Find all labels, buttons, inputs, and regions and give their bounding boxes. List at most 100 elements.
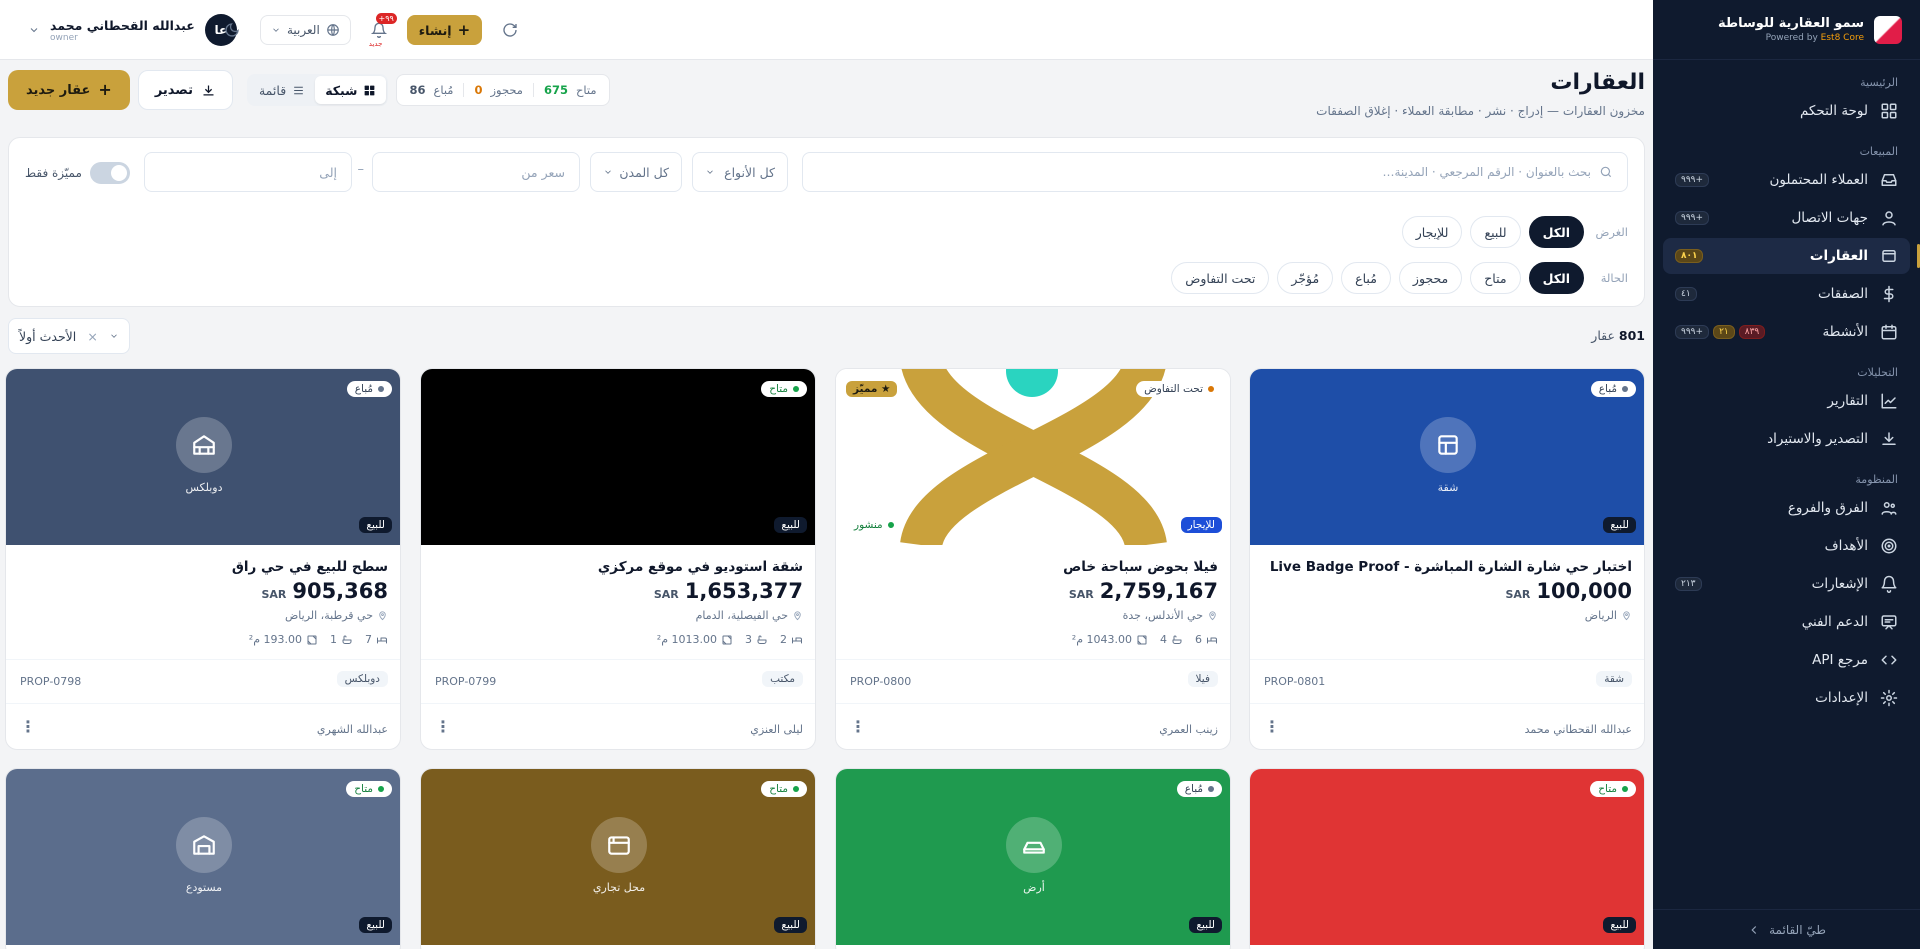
offer-chip[interactable]: الكل — [1528, 216, 1584, 248]
price-to-input[interactable]: إلى — [144, 152, 352, 192]
property-card[interactable]: أرض مُباع للبيع — [835, 768, 1231, 949]
status-text: متاح — [354, 783, 373, 795]
status-chip[interactable]: مُباع — [1341, 262, 1391, 294]
sidebar-item-label: جهات الاتصال — [1791, 210, 1868, 226]
search-input[interactable]: بحث بالعنوان · الرقم المرجعي · المدينة… — [802, 152, 1628, 192]
price-from-input[interactable]: سعر من — [372, 152, 580, 192]
sidebar-item-settings[interactable]: الإعدادات — [1663, 680, 1910, 716]
card-menu-button[interactable]: ⋮ — [20, 719, 36, 735]
beds-spec: 6 — [1195, 633, 1218, 646]
brand[interactable]: سمو العقارية للوساطة Powered by Est8 Cor… — [1653, 0, 1920, 60]
new-property-button[interactable]: + عقار جديد — [8, 70, 130, 110]
sidebar-item-dashboard[interactable]: لوحة التحكم — [1663, 93, 1910, 129]
status-chip[interactable]: تحت التفاوض — [1171, 262, 1270, 294]
sidebar-item-contacts[interactable]: جهات الاتصال +٩٩٩ — [1663, 200, 1910, 236]
status-chip[interactable]: مُؤجّر — [1277, 262, 1334, 294]
property-agent: عبدالله الشهري — [316, 723, 388, 736]
language-select[interactable]: العربية — [260, 15, 351, 45]
location-text: حي الأندلس، جدة — [1122, 609, 1203, 622]
placeholder-label: دوبلكس — [185, 481, 223, 494]
area-spec: 193.00 م² — [249, 633, 318, 646]
bell-icon — [370, 22, 387, 38]
property-card[interactable]: متاح للبيع شقة استوديو في موقع مركزي 1,65… — [420, 368, 816, 750]
property-type-tag: شقة — [1596, 671, 1632, 687]
nav-count-badge: ٨٠١ — [1675, 249, 1704, 263]
notifications-button[interactable]: +٩٩ جديد — [365, 13, 397, 48]
city-select[interactable]: كل المدن — [590, 152, 682, 192]
status-badge: متاح — [761, 781, 807, 797]
offer-badge: للبيع — [359, 517, 392, 533]
sidebar-item-api[interactable]: مرجع API — [1663, 642, 1910, 678]
sidebar-item-notifications[interactable]: الإشعارات ٢١٣ — [1663, 566, 1910, 602]
card-menu-button[interactable]: ⋮ — [850, 719, 866, 735]
property-card[interactable]: محل تجاري متاح للبيع — [420, 768, 816, 949]
card-menu-button[interactable]: ⋮ — [1264, 719, 1280, 735]
export-button[interactable]: تصدير — [137, 70, 233, 110]
sidebar-item-support[interactable]: الدعم الفني — [1663, 604, 1910, 640]
sidebar-item-reports[interactable]: التقارير — [1663, 383, 1910, 419]
sidebar-item-activities[interactable]: الأنشطة ٨٣٩ ٢١ +٩٩٩ — [1663, 314, 1910, 350]
view-grid-button[interactable]: شبكة — [315, 76, 387, 104]
nav-count-badge: +٩٩٩ — [1675, 325, 1710, 339]
status-dot — [378, 786, 384, 792]
sidebar-item-leads[interactable]: العملاء المحتملون +٩٩٩ — [1663, 162, 1910, 198]
sort-select[interactable]: × الأحدث أولاً — [8, 318, 130, 354]
offer-label: الغرض — [1595, 225, 1629, 239]
stat-item: متاح 675 — [544, 83, 597, 97]
status-chip[interactable]: محجوز — [1398, 262, 1463, 294]
nav-badges: ٨٣٩ ٢١ +٩٩٩ — [1675, 325, 1766, 339]
create-button[interactable]: + إنشاء — [406, 15, 483, 45]
language-label: العربية — [287, 23, 320, 37]
clear-sort-icon[interactable]: × — [87, 329, 97, 344]
nav-icon-wrap — [1880, 392, 1898, 410]
property-card[interactable]: تحت التفاوض ★ مميّز للإيجار منشور فيلا بحوض… — [835, 368, 1231, 750]
offer-chip[interactable]: للبيع — [1470, 216, 1521, 248]
currency: SAR — [1068, 588, 1094, 601]
type-select[interactable]: كل الأنواع — [692, 152, 788, 192]
bed-icon — [377, 637, 387, 643]
baths-spec: 3 — [745, 633, 768, 646]
nav-icon-wrap — [1880, 285, 1898, 303]
sidebar-item-properties[interactable]: العقارات ٨٠١ — [1663, 238, 1920, 274]
nav-icon-wrap — [1880, 247, 1898, 265]
property-card[interactable]: متاح للبيع — [1249, 768, 1645, 949]
offer-chip[interactable]: للإيجار — [1401, 216, 1463, 248]
sidebar-item-teams[interactable]: الفرق والفروع — [1663, 490, 1910, 526]
offer-badge: للبيع — [359, 917, 392, 933]
sidebar-item-label: مرجع API — [1812, 652, 1868, 668]
view-list-button[interactable]: قائمة — [249, 76, 315, 104]
sidebar-item-goals[interactable]: الأهداف — [1663, 528, 1910, 564]
sidebar-item-label: التقارير — [1827, 393, 1868, 409]
property-code: PROP-0800 — [850, 675, 912, 688]
property-agent: زينب العمري — [1159, 723, 1218, 736]
featured-toggle[interactable] — [89, 162, 130, 184]
user-menu[interactable]: عا عبدالله القحطاني محمد owner — [28, 14, 237, 46]
view-grid-label: شبكة — [325, 82, 358, 98]
refresh-icon — [503, 23, 517, 37]
property-card[interactable]: شقة مُباع للبيع اختبار حي شارة الشارة المب… — [1249, 368, 1645, 750]
status-badge: تحت التفاوض — [1136, 381, 1222, 397]
published-dot — [887, 522, 894, 528]
refresh-button[interactable] — [496, 16, 524, 44]
nav-count-badge: ٢١ — [1713, 325, 1735, 339]
baths-value: 1 — [330, 633, 337, 646]
status-chip[interactable]: الكل — [1528, 262, 1584, 294]
baths-spec: 1 — [330, 633, 353, 646]
divider — [836, 703, 1230, 704]
property-card[interactable]: مستودع متاح للبيع — [5, 768, 401, 949]
sidebar-item-deals[interactable]: الصفقات ٤١ — [1663, 276, 1910, 312]
card-menu-button[interactable]: ⋮ — [435, 719, 451, 735]
property-type-tag: دوبلكس — [336, 671, 388, 687]
price-value: 100,000 — [1536, 579, 1632, 603]
chevron-down-icon — [30, 28, 38, 33]
status-text: مُباع — [1598, 383, 1617, 395]
property-image: متاح للبيع — [1250, 769, 1644, 945]
nav-badges: ٢١٣ — [1675, 577, 1702, 591]
sidebar-item-import-export[interactable]: التصدير والاستيراد — [1663, 421, 1910, 457]
chevron-left-icon — [1751, 925, 1757, 934]
property-card[interactable]: دوبلكس مُباع للبيع سطح للبيع في حي راق 905… — [5, 368, 401, 750]
theme-toggle-button[interactable] — [218, 16, 246, 44]
collapse-sidebar-button[interactable]: طيّ القائمة — [1653, 909, 1920, 949]
sidebar-item-label: الصفقات — [1817, 286, 1868, 302]
status-chip[interactable]: متاح — [1470, 262, 1521, 294]
